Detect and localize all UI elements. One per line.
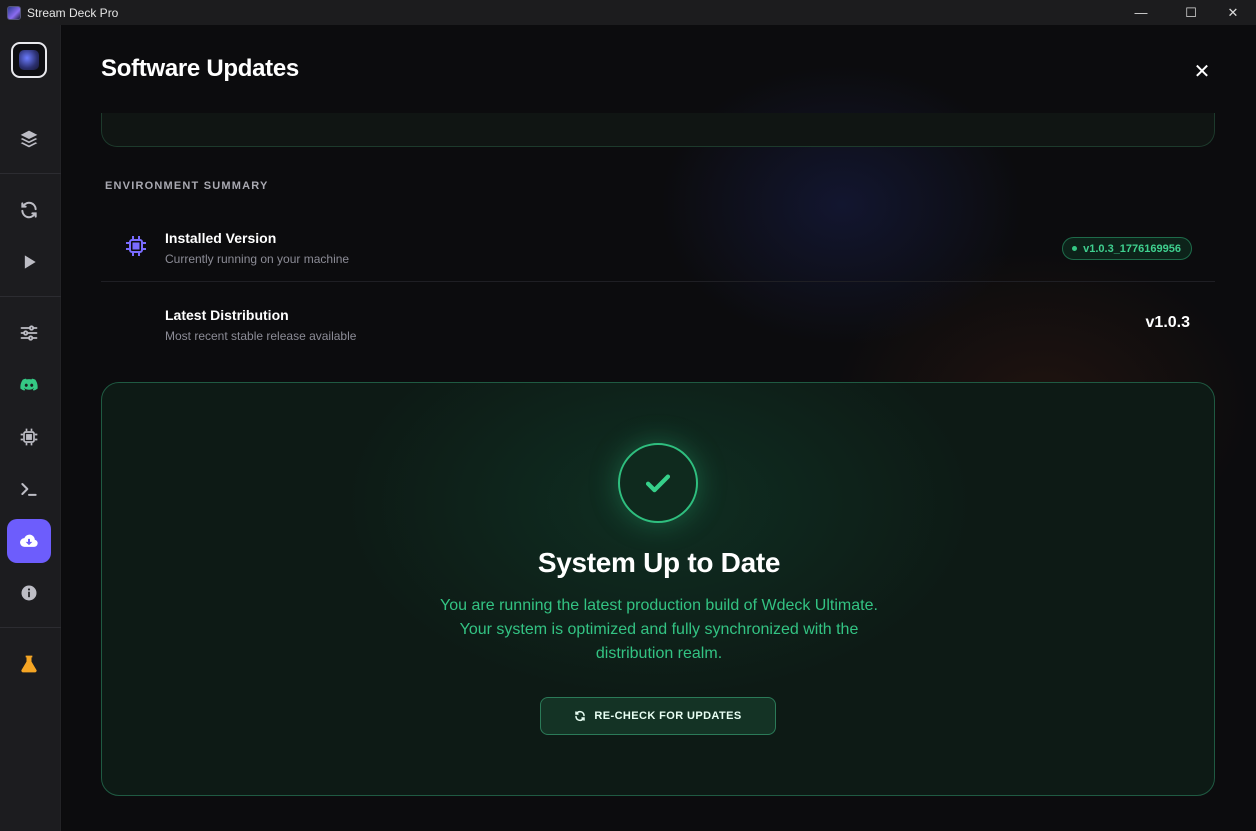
play-icon [24, 255, 36, 269]
latest-distribution-row: Latest Distribution Most recent stable r… [101, 292, 1215, 358]
sidebar-item-about[interactable] [7, 571, 51, 615]
refresh-icon [575, 710, 586, 722]
app-logo[interactable] [11, 42, 47, 78]
updates-panel: Software Updates ✕ ENVIRONMENT SUMMARY I… [62, 25, 1256, 831]
window-titlebar: Stream Deck Pro — ☐ ✕ [0, 0, 1256, 25]
installed-version-title: Installed Version [165, 230, 277, 246]
sidebar-divider [0, 627, 61, 628]
chip-icon [124, 234, 148, 258]
refresh-icon [21, 201, 37, 219]
recheck-updates-label: RE-CHECK FOR UPDATES [594, 710, 742, 722]
close-panel-button[interactable]: ✕ [1190, 59, 1214, 83]
window-title: Stream Deck Pro [27, 5, 119, 20]
check-icon [618, 443, 698, 523]
status-card: System Up to Date You are running the la… [101, 382, 1215, 796]
installed-version-value: v1.0.3_1776169956 [1083, 242, 1181, 255]
sidebar-item-layers[interactable] [7, 117, 51, 161]
status-title: System Up to Date [537, 547, 781, 578]
row-divider [101, 281, 1215, 282]
sidebar [0, 25, 61, 831]
sidebar-item-discord[interactable] [7, 363, 51, 407]
status-dot [1072, 246, 1078, 251]
section-label: ENVIRONMENT SUMMARY [105, 180, 269, 192]
flask-icon [21, 655, 37, 673]
sidebar-item-terminal[interactable] [7, 467, 51, 511]
layers-icon [20, 130, 38, 148]
cloud-download-icon [20, 534, 38, 547]
sidebar-item-settings[interactable] [7, 311, 51, 355]
sidebar-divider [0, 173, 61, 174]
page-title: Software Updates [101, 55, 299, 82]
minimize-button[interactable]: — [1118, 0, 1164, 25]
sliders-icon [20, 325, 38, 341]
installed-version-row: Installed Version Currently running on y… [101, 215, 1215, 281]
latest-version-value: v1.0.3 [1145, 314, 1190, 331]
sidebar-item-sync[interactable] [7, 188, 51, 232]
latest-distribution-subtitle: Most recent stable release available [165, 329, 357, 343]
recheck-updates-button[interactable]: RE-CHECK FOR UPDATES [540, 697, 776, 735]
chip-icon [20, 428, 38, 446]
sidebar-item-play[interactable] [7, 240, 51, 284]
sidebar-item-hardware[interactable] [7, 415, 51, 459]
status-description: You are running the latest production bu… [440, 597, 878, 662]
terminal-icon [21, 483, 37, 496]
latest-distribution-title: Latest Distribution [165, 307, 289, 323]
maximize-button[interactable]: ☐ [1168, 0, 1214, 25]
scrolled-card [101, 113, 1215, 147]
window-close-button[interactable]: ✕ [1210, 0, 1256, 25]
discord-icon [20, 378, 38, 391]
sidebar-item-labs[interactable] [7, 642, 51, 686]
installed-version-badge: v1.0.3_1776169956 [1062, 237, 1192, 260]
app-icon [7, 5, 21, 20]
info-icon [21, 585, 37, 601]
installed-version-subtitle: Currently running on your machine [165, 252, 350, 266]
sidebar-item-updates[interactable] [7, 519, 51, 563]
sidebar-divider [0, 296, 61, 297]
